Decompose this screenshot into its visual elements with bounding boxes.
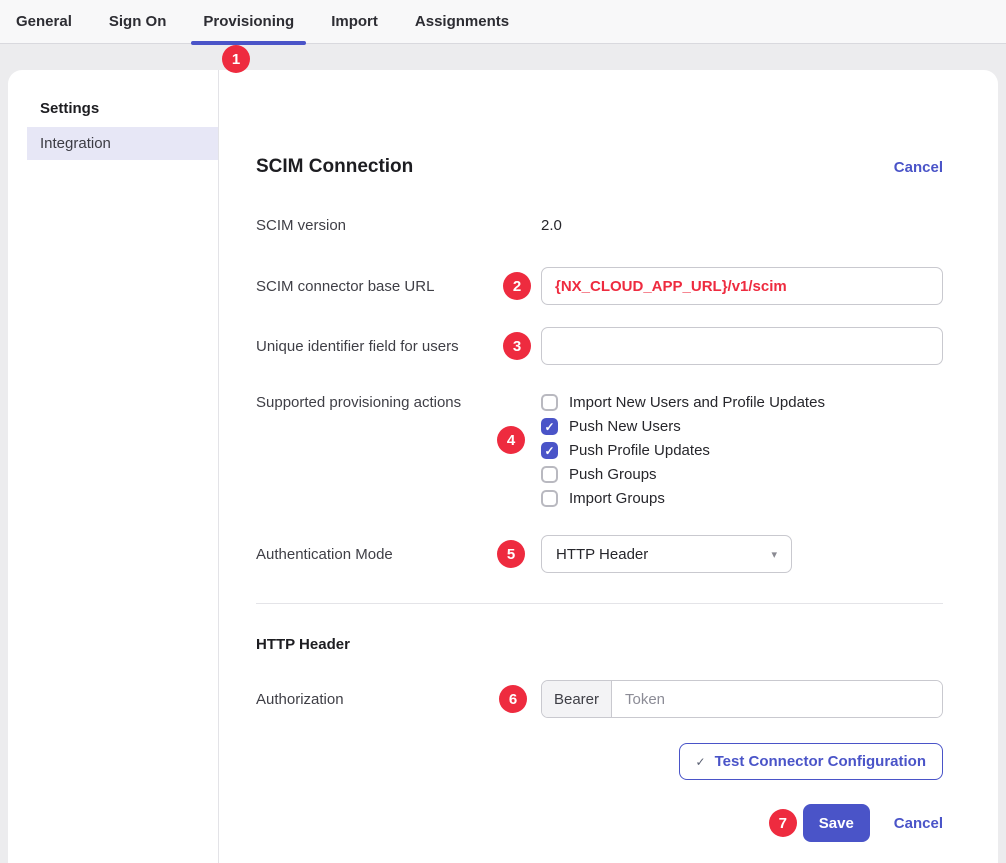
checkbox-push-new-users[interactable]: Push New Users	[541, 418, 943, 435]
tab-assignments[interactable]: Assignments	[403, 0, 521, 43]
checkbox-icon[interactable]	[541, 442, 558, 459]
sidebar-item-integration[interactable]: Integration	[27, 127, 218, 160]
checkbox-icon[interactable]	[541, 466, 558, 483]
scim-version-label: SCIM version	[256, 216, 541, 236]
save-button[interactable]: Save	[803, 804, 870, 842]
sidebar-item-label: Integration	[40, 135, 111, 152]
unique-id-input[interactable]	[541, 327, 943, 365]
check-icon: ✓	[696, 755, 706, 769]
annotation-step-3: 3	[503, 332, 531, 360]
scim-version-value: 2.0	[541, 216, 943, 236]
checkbox-push-profile-updates[interactable]: Push Profile Updates	[541, 442, 943, 459]
app-tabbar: General Sign On Provisioning Import Assi…	[0, 0, 1006, 44]
checkbox-label: Import Groups	[569, 490, 665, 507]
token-input[interactable]	[612, 681, 942, 717]
checkbox-label: Push New Users	[569, 418, 681, 435]
annotation-step-6: 6	[499, 685, 527, 713]
annotation-step-2: 2	[503, 272, 531, 300]
tab-general[interactable]: General	[4, 0, 84, 43]
checkbox-import-new-users[interactable]: Import New Users and Profile Updates	[541, 394, 943, 411]
settings-sidebar: Settings Integration	[8, 70, 219, 863]
annotation-step-7: 7	[769, 809, 797, 837]
bearer-prefix: Bearer	[542, 681, 612, 717]
sidebar-header: Settings	[40, 100, 218, 117]
checkbox-import-groups[interactable]: Import Groups	[541, 490, 943, 507]
auth-mode-select[interactable]: HTTP Header ▾	[541, 535, 792, 573]
test-connector-button[interactable]: ✓ Test Connector Configuration	[679, 743, 943, 780]
settings-card: Settings Integration SCIM Connection Can…	[8, 70, 998, 863]
annotation-step-4: 4	[497, 426, 525, 454]
checkbox-icon[interactable]	[541, 490, 558, 507]
tab-sign-on[interactable]: Sign On	[97, 0, 179, 43]
http-header-section-title: HTTP Header	[256, 636, 943, 653]
tab-provisioning[interactable]: Provisioning	[191, 0, 306, 43]
tab-import[interactable]: Import	[319, 0, 390, 43]
checkbox-icon[interactable]	[541, 418, 558, 435]
scim-connection-form: SCIM Connection Cancel SCIM version 2.0 …	[219, 70, 998, 863]
checkbox-label: Import New Users and Profile Updates	[569, 394, 825, 411]
annotation-step-5: 5	[497, 540, 525, 568]
page-title: SCIM Connection	[256, 156, 413, 178]
checkbox-push-groups[interactable]: Push Groups	[541, 466, 943, 483]
provisioning-actions-label: Supported provisioning actions	[256, 393, 541, 413]
checkbox-label: Push Groups	[569, 466, 657, 483]
annotation-step-1: 1	[222, 45, 250, 73]
chevron-down-icon: ▾	[771, 548, 777, 561]
base-url-input[interactable]	[541, 267, 943, 305]
cancel-link-top[interactable]: Cancel	[894, 159, 943, 176]
authorization-label: Authorization	[256, 680, 541, 710]
test-connector-label: Test Connector Configuration	[715, 753, 926, 770]
checkbox-icon[interactable]	[541, 394, 558, 411]
base-url-label: SCIM connector base URL	[256, 267, 541, 297]
section-divider	[256, 603, 943, 604]
cancel-link-bottom[interactable]: Cancel	[894, 815, 943, 832]
unique-id-label: Unique identifier field for users	[256, 327, 541, 357]
checkbox-label: Push Profile Updates	[569, 442, 710, 459]
auth-mode-selected-value: HTTP Header	[556, 546, 648, 563]
